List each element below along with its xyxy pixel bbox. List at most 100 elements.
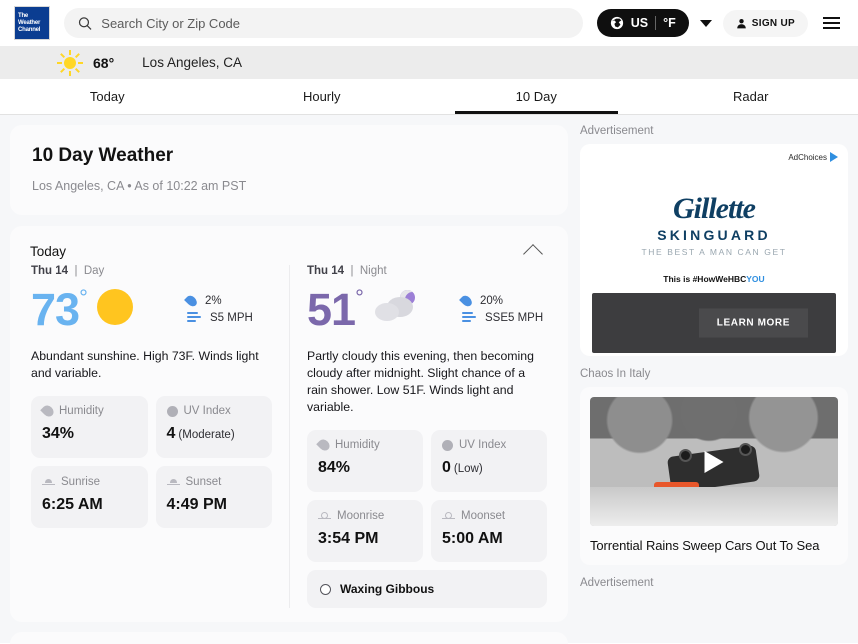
night-wind-metric: SSE5 MPH xyxy=(462,312,545,324)
night-uv-value: 0 (Low) xyxy=(442,459,536,477)
tab-hourly[interactable]: Hourly xyxy=(215,79,430,114)
night-moonrise-tile: Moonrise 3:54 PM xyxy=(307,500,423,562)
moon-phase-icon xyxy=(320,583,331,595)
day-humidity-value: 34% xyxy=(42,425,75,442)
day-condition-icon xyxy=(96,289,141,329)
night-humidity-label: Humidity xyxy=(335,439,380,451)
day-separator: | xyxy=(71,265,81,277)
day-precip-value: 2% xyxy=(205,294,222,307)
night-moonrise-label: Moonrise xyxy=(337,509,385,522)
logo-line-1: The xyxy=(18,12,29,19)
unit-region-pill[interactable]: US °F xyxy=(596,9,689,37)
day-uv-note: (Moderate) xyxy=(178,429,235,441)
weather-channel-logo[interactable]: The Weather Channel xyxy=(14,6,50,40)
moon-phase-row: Waxing Gibbous xyxy=(307,570,547,608)
sun-icon xyxy=(57,49,83,76)
night-humidity-tile: Humidity 84% xyxy=(307,430,423,492)
cloud-icon-front xyxy=(374,303,399,321)
ad-hashtag-line: This is #HowWeHBCYOU xyxy=(592,274,836,284)
sign-up-button[interactable]: SIGN UP xyxy=(722,9,808,37)
learn-more-button[interactable]: LEARN MORE xyxy=(698,308,808,338)
sunset-icon xyxy=(166,475,180,488)
ad-hashtag-accent: YOU xyxy=(746,274,765,284)
ad-media-panel: LEARN MORE xyxy=(592,293,836,353)
ad-label-bottom: Advertisement xyxy=(580,577,654,589)
precipitation-drop-icon xyxy=(459,293,474,308)
day-humidity-label-row: Humidity xyxy=(40,403,137,419)
night-narrative: Partly cloudy this evening, then becomin… xyxy=(307,349,534,414)
adchoices-badge[interactable]: AdChoices xyxy=(788,152,838,162)
night-precip-value: 20% xyxy=(480,294,504,307)
tab-radar[interactable]: Radar xyxy=(644,79,858,114)
day-sunrise-tile: Sunrise 6:25 AM xyxy=(31,466,148,528)
day-sunrise-label-row: Sunrise xyxy=(42,475,137,488)
video-thumbnail[interactable] xyxy=(590,397,838,526)
day-temp-row: 73° 2% S5 MPH xyxy=(31,280,272,338)
chevron-up-icon[interactable] xyxy=(523,244,543,264)
day-humidity-label: Humidity xyxy=(59,405,104,417)
ad-product: SKINGUARD xyxy=(657,227,771,243)
nav-tabs: Today Hourly 10 Day Radar xyxy=(0,79,858,115)
night-moonrise-value: 3:54 PM xyxy=(318,530,379,547)
video-title: Torrential Rains Sweep Cars Out To Sea xyxy=(590,538,820,553)
night-uv-number: 0 xyxy=(442,459,451,476)
page-subtitle: Los Angeles, CA • As of 10:22 am PST xyxy=(32,179,247,193)
tab-today[interactable]: Today xyxy=(0,79,215,114)
advertisement-gillette[interactable]: AdChoices Gillette SKINGUARD THE BEST A … xyxy=(580,144,848,356)
humidity-icon xyxy=(316,437,332,453)
gillette-logo-block: Gillette SKINGUARD THE BEST A MAN CAN GE… xyxy=(592,192,836,257)
day-sunrise-value: 6:25 AM xyxy=(42,496,103,513)
day-precip-metric: 2% xyxy=(184,293,270,308)
night-moonset-tile: Moonset 5:00 AM xyxy=(431,500,547,562)
day-night-row: Thu 14 | Day 73° 2% S5 MPH Abundant suns… xyxy=(10,265,568,608)
sidebar-column: Advertisement AdChoices Gillette SKINGUA… xyxy=(580,125,848,643)
logo-line-2: Weather xyxy=(18,19,41,26)
moonrise-icon xyxy=(318,509,331,522)
video-card[interactable]: Torrential Rains Sweep Cars Out To Sea xyxy=(580,387,848,565)
today-label: Today xyxy=(30,244,67,259)
play-icon[interactable] xyxy=(704,450,724,473)
day-uv-label: UV Index xyxy=(183,405,231,417)
today-card-header[interactable]: Today xyxy=(10,226,568,265)
sun-disc-icon xyxy=(96,289,133,325)
current-location-label: Los Angeles, CA xyxy=(142,55,242,70)
search-input[interactable] xyxy=(101,15,569,31)
night-date: Thu 14 xyxy=(307,265,345,277)
forecast-day-row[interactable]: Fri 15 66°45° 15% W 9 mph xyxy=(10,632,568,644)
night-uv-label-row: UV Index xyxy=(442,439,536,451)
night-precip-metric: 20% xyxy=(459,293,545,308)
night-uv-label: UV Index xyxy=(459,439,507,451)
page-body: 10 Day Weather Los Angeles, CA • As of 1… xyxy=(0,115,858,644)
uv-index-icon xyxy=(166,405,178,417)
night-low-temp: 51° xyxy=(307,284,364,332)
night-moonset-label-row: Moonset xyxy=(442,509,536,522)
precipitation-drop-icon xyxy=(184,293,199,308)
night-separator: | xyxy=(347,265,357,277)
video-section-label: Chaos In Italy xyxy=(580,368,651,380)
day-temp-degree: ° xyxy=(79,284,88,310)
uv-index-icon xyxy=(442,439,453,451)
hamburger-menu-icon[interactable] xyxy=(819,13,844,33)
user-icon xyxy=(737,18,746,28)
day-sunset-value: 4:49 PM xyxy=(166,496,227,513)
day-wind-metric: S5 MPH xyxy=(187,312,270,324)
chevron-down-icon[interactable] xyxy=(699,19,712,27)
night-moonset-value: 5:00 AM xyxy=(442,530,503,547)
logo-line-3: Channel xyxy=(18,26,41,33)
moon-phase-label: Waxing Gibbous xyxy=(340,582,435,596)
night-wind-value: SSE5 MPH xyxy=(485,311,544,324)
day-uv-label-row: UV Index xyxy=(166,405,262,417)
globe-icon xyxy=(610,16,623,30)
adchoices-icon xyxy=(830,152,838,162)
day-wind-value: S5 MPH xyxy=(210,311,253,324)
page-header-card: 10 Day Weather Los Angeles, CA • As of 1… xyxy=(10,125,568,215)
unit-divider xyxy=(655,16,657,30)
current-temperature: 68° xyxy=(93,54,115,71)
night-temp-degree: ° xyxy=(355,284,364,310)
tab-10-day[interactable]: 10 Day xyxy=(429,79,644,114)
day-period: Day xyxy=(83,265,105,277)
night-date-label: Thu 14 | Night xyxy=(307,265,547,277)
search-bar[interactable] xyxy=(64,8,583,38)
sign-up-label: SIGN UP xyxy=(751,17,795,29)
day-uv-value: 4 (Moderate) xyxy=(167,425,262,443)
